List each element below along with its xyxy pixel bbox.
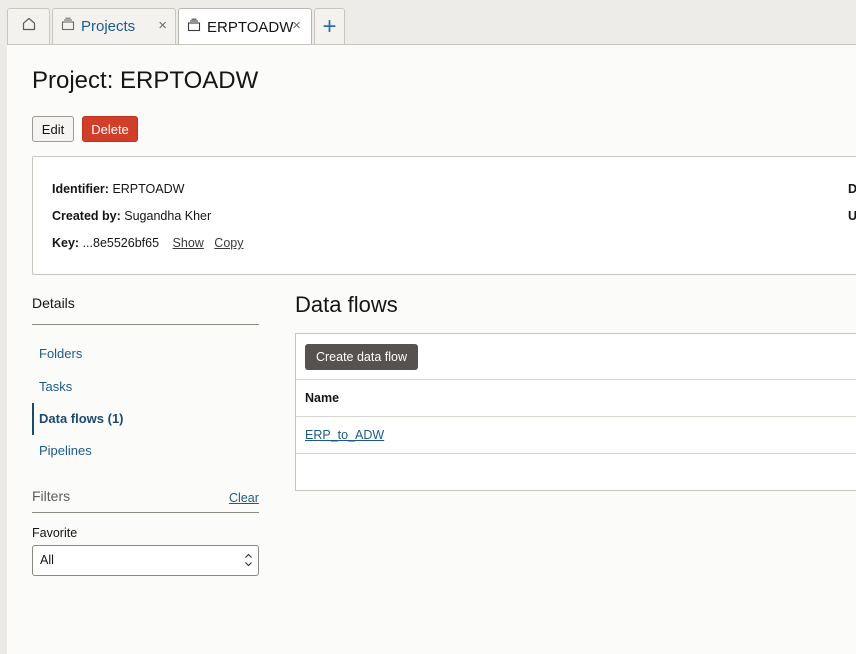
active-indicator — [32, 403, 34, 435]
clear-filters-link[interactable]: Clear — [229, 491, 259, 505]
divider — [296, 416, 856, 417]
details-heading: Details — [32, 295, 75, 311]
close-icon[interactable]: × — [158, 18, 167, 34]
data-flows-title: Data flows — [295, 292, 398, 317]
column-header-name[interactable]: Name — [305, 391, 339, 405]
tab-erptoadw-label: ERPTOADW — [207, 18, 294, 36]
tab-home[interactable] — [7, 8, 50, 44]
divider — [32, 324, 259, 325]
delete-button[interactable]: Delete — [82, 116, 138, 142]
chevron-updown-icon — [244, 551, 253, 571]
data-flow-link[interactable]: ERP_to_ADW — [305, 428, 384, 442]
stack-icon — [187, 18, 201, 37]
identifier-label: Identifier: — [52, 182, 109, 196]
home-icon — [21, 16, 37, 37]
show-key-link[interactable]: Show — [173, 236, 204, 250]
create-data-flow-button[interactable]: Create data flow — [305, 344, 418, 370]
project-info-panel: Identifier: ERPTOADW Created by: Sugandh… — [32, 156, 856, 275]
identifier-row: Identifier: ERPTOADW — [52, 182, 184, 196]
divider — [296, 453, 856, 454]
plus-icon: + — [322, 12, 337, 40]
tab-projects[interactable]: Projects × — [52, 8, 176, 44]
favorite-select[interactable]: All — [32, 545, 259, 576]
created-by-row: Created by: Sugandha Kher — [52, 209, 211, 223]
tab-strip: Projects × ERPTOADW × + — [0, 0, 856, 45]
edit-button[interactable]: Edit — [32, 116, 74, 142]
sidebar-item-tasks[interactable]: Tasks — [39, 379, 72, 394]
key-label: Key: — [52, 236, 80, 250]
close-icon[interactable]: × — [292, 18, 301, 34]
copy-key-link[interactable]: Copy — [214, 236, 243, 250]
sidebar-item-folders[interactable]: Folders — [39, 346, 82, 361]
created-by-label: Created by: — [52, 209, 121, 223]
tab-projects-label: Projects — [81, 18, 136, 35]
truncated-label-u: U — [848, 209, 856, 223]
divider — [32, 512, 259, 513]
divider — [296, 379, 856, 380]
sidebar-item-pipelines[interactable]: Pipelines — [39, 443, 92, 458]
key-value: ...8e5526bf65 — [82, 236, 160, 250]
favorite-label: Favorite — [32, 526, 78, 540]
truncated-label-d: D — [848, 182, 856, 196]
main-panel: Project: ERPTOADW Edit Delete Identifier… — [7, 44, 856, 654]
key-row: Key: ...8e5526bf65 Show Copy — [52, 236, 243, 250]
favorite-select-value: All — [40, 553, 54, 567]
created-by-value: Sugandha Kher — [124, 209, 212, 223]
tab-erptoadw[interactable]: ERPTOADW × — [178, 8, 312, 45]
sidebar-item-data-flows[interactable]: Data flows (1) — [39, 411, 124, 426]
stack-icon — [61, 17, 75, 36]
filters-heading: Filters — [32, 488, 71, 504]
data-flows-table: Create data flow Name ERP_to_ADW — [295, 333, 856, 491]
add-tab-button[interactable]: + — [314, 8, 345, 44]
identifier-value: ERPTOADW — [112, 182, 185, 196]
page-title: Project: ERPTOADW — [32, 67, 259, 94]
